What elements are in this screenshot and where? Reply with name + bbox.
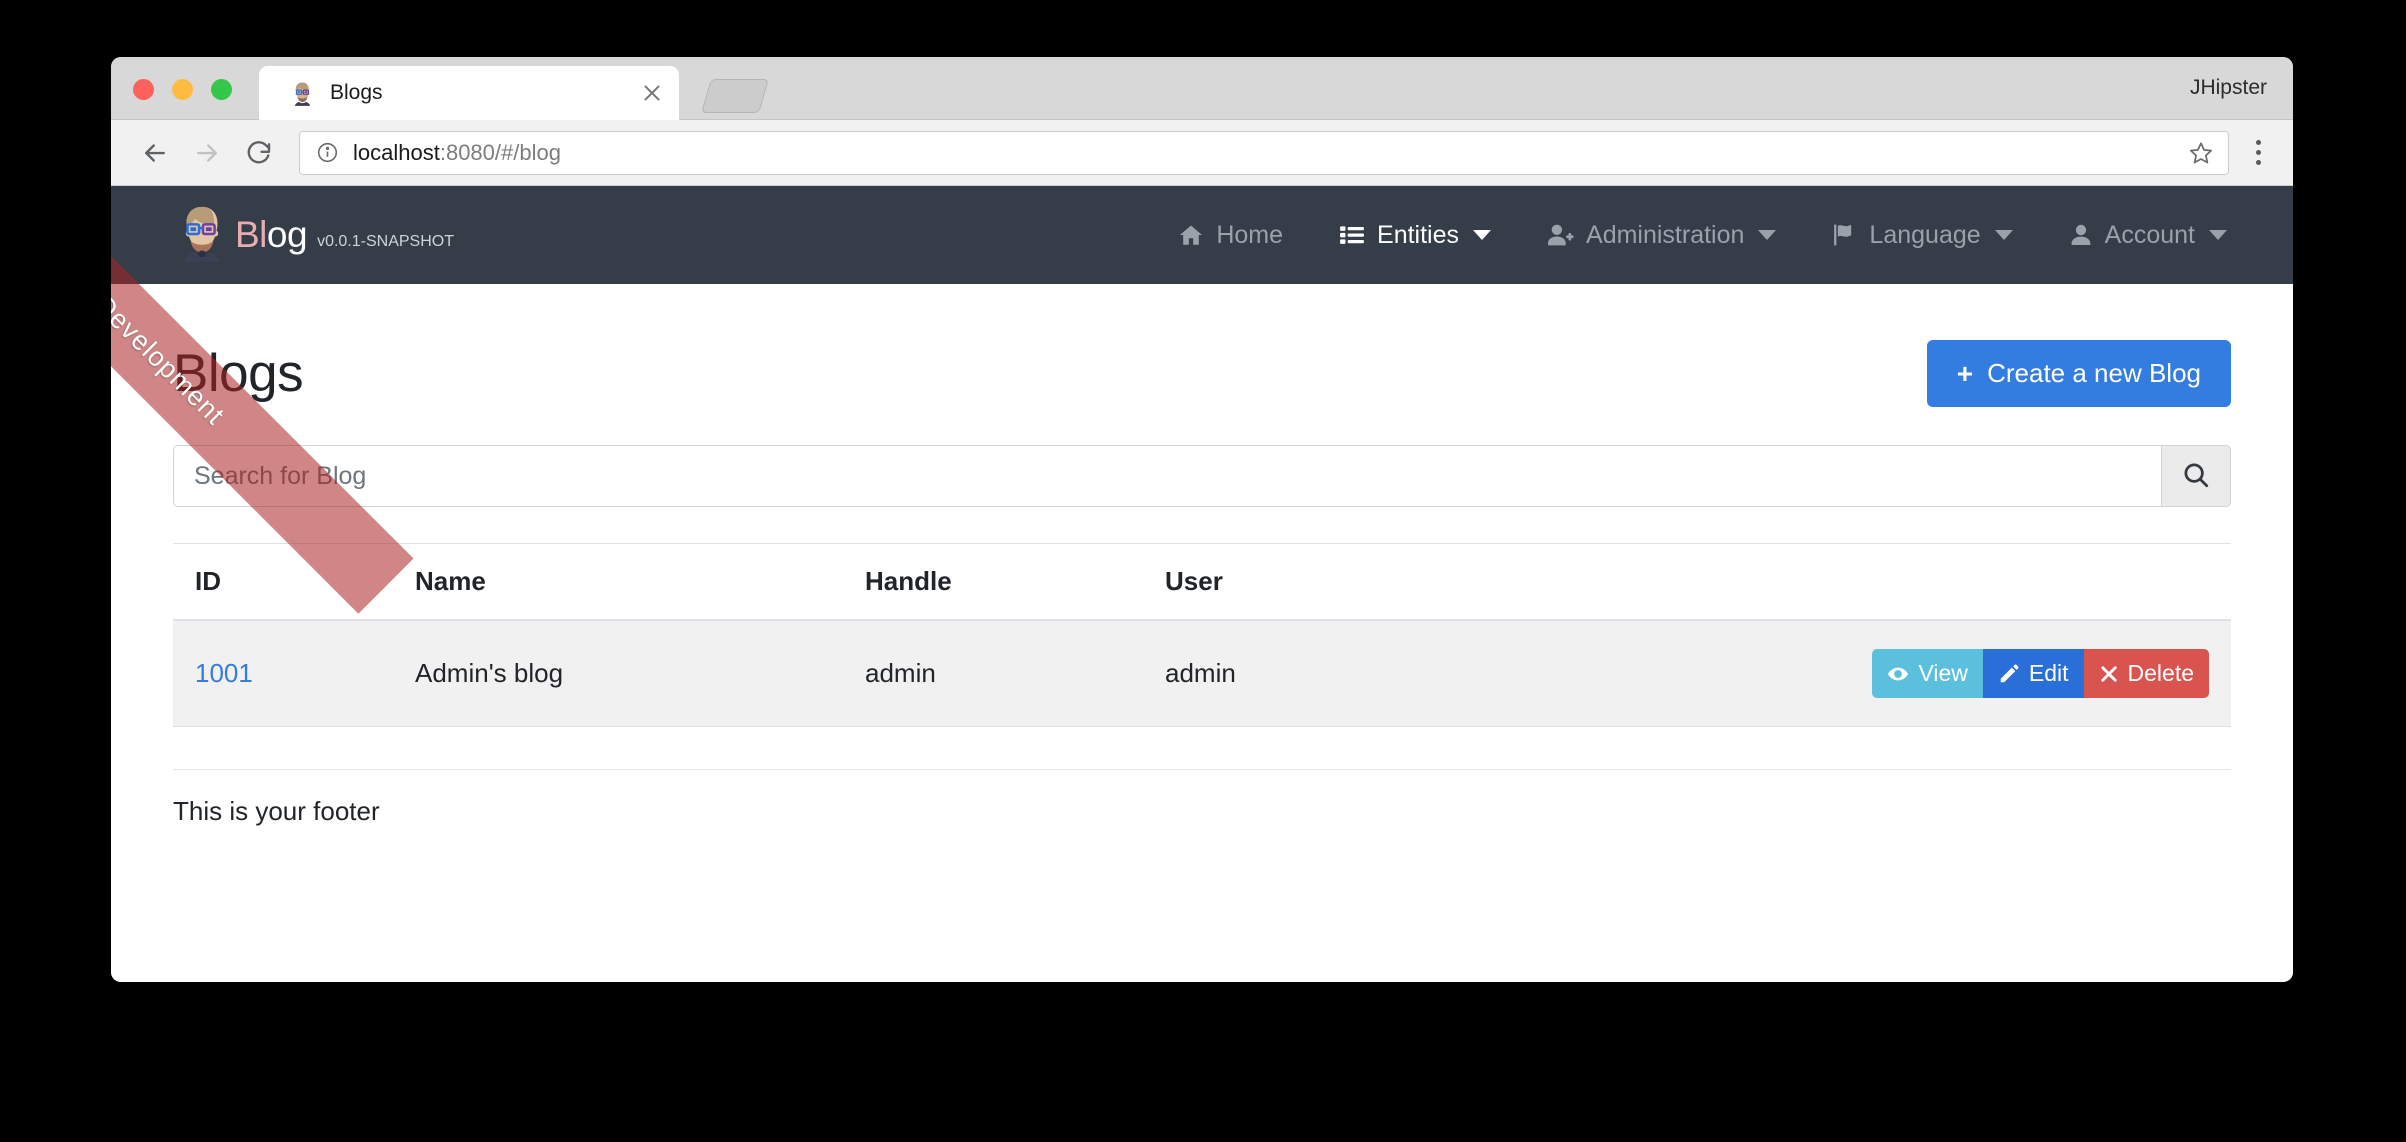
- browser-tabstrip: Blogs JHipster: [111, 57, 2293, 120]
- table-body: 1001 Admin's blog admin admin View Edit …: [173, 620, 2231, 727]
- cell-actions: View Edit Delete: [1563, 620, 2231, 727]
- forward-icon[interactable]: [185, 131, 229, 175]
- blogs-table-wrapper: ID Name Handle User 1001 Admin's blog ad…: [173, 543, 2231, 727]
- info-circle-icon[interactable]: [316, 141, 339, 164]
- chevron-down-icon: [1994, 230, 2013, 240]
- row-action-button-group: View Edit Delete: [1872, 649, 2209, 698]
- blogs-table: ID Name Handle User 1001 Admin's blog ad…: [173, 543, 2231, 727]
- list-icon: [1339, 222, 1365, 248]
- search-icon: [2181, 460, 2211, 493]
- close-window-button[interactable]: [133, 79, 154, 100]
- nav-item-administration[interactable]: Administration: [1519, 221, 1804, 250]
- create-new-blog-label: Create a new Blog: [1987, 358, 2201, 388]
- browser-toolbar: localhost:8080/#/blog: [111, 120, 2293, 186]
- search-bar: [173, 445, 2231, 507]
- chevron-down-icon: [1473, 230, 1492, 240]
- window-traffic-lights: [133, 79, 232, 100]
- browser-tab-blogs[interactable]: Blogs: [259, 66, 679, 120]
- column-header-id: ID: [173, 543, 393, 621]
- edit-button[interactable]: Edit: [1982, 649, 2084, 698]
- navbar-menu: Home Entities Administration Language Ac…: [1150, 221, 2255, 250]
- chevron-down-icon: [2209, 230, 2227, 240]
- navbar-brand[interactable]: Blog v0.0.1-SNAPSHOT: [171, 202, 454, 268]
- navbar-brand-name-part2: og: [266, 214, 308, 255]
- create-new-blog-button[interactable]: + Create a new Blog: [1926, 340, 2231, 407]
- new-tab-button[interactable]: [701, 79, 769, 113]
- footer-text: This is your footer: [173, 796, 380, 826]
- nav-item-account[interactable]: Account: [2041, 221, 2255, 250]
- address-bar-text: localhost:8080/#/blog: [353, 140, 2180, 166]
- close-icon[interactable]: [639, 80, 665, 106]
- flag-icon: [1832, 222, 1857, 248]
- minimize-window-button[interactable]: [172, 79, 193, 100]
- reload-icon[interactable]: [237, 131, 281, 175]
- page-content: Blogs + Create a new Blog Search for Blo…: [111, 284, 2293, 727]
- app-footer: This is your footer: [173, 769, 2231, 827]
- nav-item-entities[interactable]: Entities: [1311, 221, 1519, 250]
- nav-item-label: Language: [1869, 220, 1981, 249]
- maximize-window-button[interactable]: [211, 79, 232, 100]
- address-host: localhost: [353, 139, 440, 165]
- navbar-brand-version: v0.0.1-SNAPSHOT: [317, 233, 454, 250]
- nav-item-label: Account: [2104, 220, 2195, 249]
- edit-button-label: Edit: [2028, 660, 2069, 686]
- search-submit-button[interactable]: [2161, 445, 2231, 507]
- table-header-row: ID Name Handle User: [173, 543, 2231, 621]
- column-header-handle: Handle: [843, 543, 1143, 621]
- nav-item-language[interactable]: Language: [1804, 221, 2040, 250]
- cell-handle: admin: [843, 620, 1143, 727]
- cell-id: 1001: [173, 620, 393, 727]
- eye-icon: [1887, 663, 1909, 685]
- plus-icon: +: [1956, 357, 1974, 389]
- browser-tab-title: Blogs: [330, 81, 383, 104]
- address-path: :8080/#/blog: [439, 139, 561, 165]
- search-input[interactable]: [173, 445, 2161, 507]
- address-bar[interactable]: localhost:8080/#/blog: [299, 130, 2229, 175]
- cell-name: Admin's blog: [393, 620, 843, 727]
- delete-button[interactable]: Delete: [2083, 649, 2209, 698]
- jhipster-favicon: [289, 80, 316, 107]
- navbar-brand-name-part1: Bl: [235, 214, 267, 255]
- chevron-down-icon: [1758, 230, 1777, 240]
- delete-button-label: Delete: [2127, 660, 2194, 686]
- column-header-actions: [1563, 543, 2231, 621]
- nav-item-home[interactable]: Home: [1150, 221, 1311, 250]
- view-button-label: View: [1918, 660, 1968, 686]
- blog-id-link[interactable]: 1001: [195, 658, 253, 688]
- pencil-icon: [1998, 663, 2020, 685]
- times-icon: [2099, 664, 2119, 684]
- user-plus-icon: [1547, 222, 1574, 248]
- jhipster-hipster-logo: [171, 202, 233, 268]
- nav-item-label: Home: [1216, 220, 1284, 249]
- column-header-name: Name: [393, 543, 843, 621]
- user-icon: [2069, 222, 2093, 248]
- table-head: ID Name Handle User: [173, 543, 2231, 621]
- app-viewport: Development Blog v0.0.1-SNAPSHOT Home En…: [111, 186, 2293, 980]
- nav-item-label: Administration: [1586, 220, 1745, 249]
- cell-user: admin: [1143, 620, 1563, 727]
- column-header-user: User: [1143, 543, 1563, 621]
- app-navbar: Blog v0.0.1-SNAPSHOT Home Entities Admin…: [111, 186, 2293, 284]
- page-header: Blogs + Create a new Blog: [173, 284, 2231, 407]
- nav-item-label: Entities: [1377, 220, 1460, 249]
- navbar-brand-name: Blog: [235, 214, 308, 256]
- view-button[interactable]: View: [1872, 649, 1983, 698]
- home-icon: [1178, 222, 1204, 248]
- bookmark-star-icon[interactable]: [2188, 140, 2214, 166]
- page-title: Blogs: [173, 344, 304, 403]
- table-row: 1001 Admin's blog admin admin View Edit …: [173, 620, 2231, 727]
- browser-menu-icon[interactable]: [2241, 131, 2275, 175]
- window-app-label: JHipster: [2189, 76, 2267, 99]
- back-icon[interactable]: [133, 131, 177, 175]
- browser-window: Blogs JHipster localhost:8080/#/blog Dev…: [111, 57, 2293, 982]
